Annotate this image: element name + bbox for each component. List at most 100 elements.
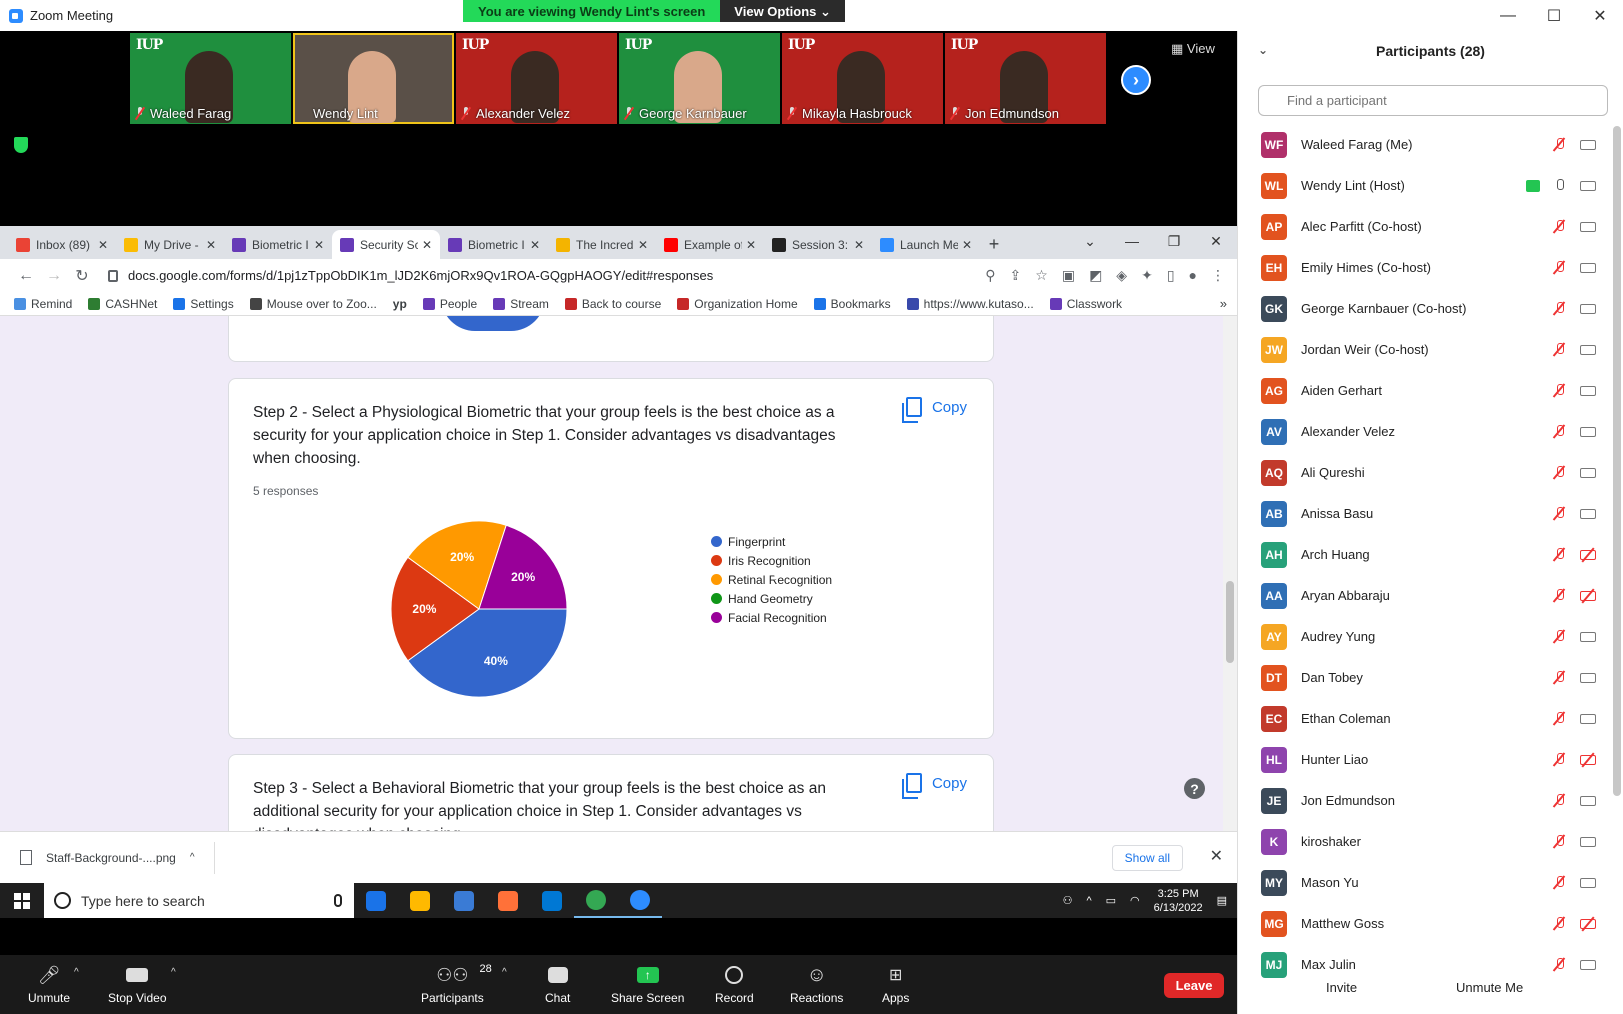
bookmark-item[interactable]: yp xyxy=(393,297,407,311)
panel-scrollbar[interactable] xyxy=(1613,126,1621,796)
clock[interactable]: 3:25 PM 6/13/2022 xyxy=(1154,887,1203,915)
bookmark-item[interactable]: Stream xyxy=(493,297,549,311)
bookmark-item[interactable]: CASHNet xyxy=(88,297,157,311)
bookmark-item[interactable]: Settings xyxy=(173,297,234,311)
participant-row[interactable]: DT Dan Tobey xyxy=(1238,657,1610,698)
bookmark-item[interactable]: Remind xyxy=(14,297,72,311)
taskbar-app-icon[interactable] xyxy=(442,883,486,918)
invite-button[interactable]: Invite xyxy=(1326,980,1357,995)
copy-chart-button[interactable]: Copy xyxy=(901,397,967,423)
taskbar-search-box[interactable]: Type here to search xyxy=(44,883,354,918)
copy-chart-button[interactable]: Copy xyxy=(901,773,967,799)
video-options-caret-icon[interactable]: ^ xyxy=(171,967,176,978)
browser-tab[interactable]: Session 3: ✕ xyxy=(764,230,872,259)
tab-close-icon[interactable]: ✕ xyxy=(206,238,216,252)
bookmarks-more-icon[interactable]: » xyxy=(1220,296,1227,311)
start-button[interactable] xyxy=(0,883,44,918)
video-thumbnail[interactable]: IUP George Karnbauer xyxy=(619,33,780,124)
taskbar-app-icon[interactable] xyxy=(486,883,530,918)
download-filename[interactable]: Staff-Background-....png xyxy=(46,851,176,865)
chevron-up-icon[interactable]: ^ xyxy=(190,852,195,863)
participant-row[interactable]: EC Ethan Coleman xyxy=(1238,698,1610,739)
leave-button[interactable]: Leave xyxy=(1164,973,1224,998)
participant-row[interactable]: AG Aiden Gerhart xyxy=(1238,370,1610,411)
collapse-chevron-icon[interactable]: ⌄ xyxy=(1258,43,1268,57)
browser-close-button[interactable]: ✕ xyxy=(1195,226,1237,256)
unmute-me-button[interactable]: Unmute Me xyxy=(1456,980,1523,995)
participant-row[interactable]: AH Arch Huang xyxy=(1238,534,1610,575)
bookmark-item[interactable]: Organization Home xyxy=(677,297,798,311)
stop-video-button[interactable]: Stop Video xyxy=(108,963,167,1005)
bookmark-item[interactable]: Back to course xyxy=(564,297,661,311)
view-button[interactable]: ▦ View xyxy=(1171,41,1215,57)
browser-minimize-button[interactable]: — xyxy=(1111,226,1153,256)
microphone-icon[interactable] xyxy=(334,894,342,907)
tab-close-icon[interactable]: ✕ xyxy=(746,238,756,252)
sidebar-icon[interactable]: ▯ xyxy=(1167,267,1175,284)
page-scrollbar[interactable] xyxy=(1223,316,1237,831)
browser-tab[interactable]: Biometric I ✕ xyxy=(440,230,548,259)
browser-tab[interactable]: Launch Me ✕ xyxy=(872,230,980,259)
video-thumbnail[interactable]: Wendy Lint xyxy=(293,33,454,124)
tab-close-icon[interactable]: ✕ xyxy=(962,238,972,252)
taskbar-app-icon[interactable] xyxy=(618,883,662,918)
back-arrow-icon[interactable]: ← xyxy=(12,267,40,285)
new-tab-button[interactable]: + xyxy=(980,230,1008,259)
browser-tab[interactable]: The Incred ✕ xyxy=(548,230,656,259)
browser-tab[interactable]: Inbox (89) ✕ xyxy=(8,230,116,259)
taskbar-app-icon[interactable] xyxy=(574,883,618,918)
participant-row[interactable]: WL Wendy Lint (Host) xyxy=(1238,165,1610,206)
browser-restore-button[interactable]: ❐ xyxy=(1153,226,1195,256)
participant-row[interactable]: GK George Karnbauer (Co-host) xyxy=(1238,288,1610,329)
participant-row[interactable]: EH Emily Himes (Co-host) xyxy=(1238,247,1610,288)
battery-icon[interactable]: ▭ xyxy=(1106,894,1116,907)
maximize-button[interactable]: ☐ xyxy=(1531,0,1577,31)
view-options-button[interactable]: View Options ⌄ xyxy=(720,0,845,22)
participant-row[interactable]: AA Aryan Abbaraju xyxy=(1238,575,1610,616)
share-icon[interactable]: ⇪ xyxy=(1010,267,1022,284)
participant-row[interactable]: AB Anissa Basu xyxy=(1238,493,1610,534)
extension-icon[interactable]: ◈ xyxy=(1116,267,1127,284)
profile-avatar-icon[interactable]: ● xyxy=(1189,267,1197,284)
participants-caret-icon[interactable]: ^ xyxy=(502,967,507,978)
participant-row[interactable]: AV Alexander Velez xyxy=(1238,411,1610,452)
participants-button[interactable]: ⚇⚇ 28 Participants xyxy=(421,963,492,1005)
tray-chevron-icon[interactable]: ^ xyxy=(1086,895,1091,907)
puzzle-icon[interactable]: ✦ xyxy=(1141,267,1153,284)
find-participant-input[interactable] xyxy=(1258,85,1608,116)
participant-row[interactable]: JE Jon Edmundson xyxy=(1238,780,1610,821)
tab-close-icon[interactable]: ✕ xyxy=(422,238,432,252)
participant-row[interactable]: AQ Ali Qureshi xyxy=(1238,452,1610,493)
video-thumbnail[interactable]: IUP Waleed Farag xyxy=(130,33,291,124)
participant-row[interactable]: HL Hunter Liao xyxy=(1238,739,1610,780)
next-page-arrow-icon[interactable]: › xyxy=(1121,65,1151,95)
wifi-icon[interactable]: ◠ xyxy=(1130,894,1140,907)
tab-close-icon[interactable]: ✕ xyxy=(638,238,648,252)
participant-row[interactable]: WF Waleed Farag (Me) xyxy=(1238,124,1610,165)
security-shield-icon[interactable] xyxy=(14,137,28,153)
reactions-button[interactable]: ☺ Reactions xyxy=(790,963,843,1006)
bookmark-item[interactable]: https://www.kutaso... xyxy=(906,297,1034,311)
participant-row[interactable]: MY Mason Yu xyxy=(1238,862,1610,903)
bookmark-item[interactable]: Bookmarks xyxy=(813,297,891,311)
audio-options-caret-icon[interactable]: ^ xyxy=(74,967,79,978)
close-button[interactable]: ✕ xyxy=(1577,0,1623,31)
taskbar-app-icon[interactable] xyxy=(530,883,574,918)
minimize-button[interactable]: — xyxy=(1485,0,1531,31)
participant-row[interactable]: Kkiroshaker xyxy=(1238,821,1610,862)
tab-close-icon[interactable]: ✕ xyxy=(530,238,540,252)
video-thumbnail[interactable]: IUP Alexander Velez xyxy=(456,33,617,124)
participant-row[interactable]: MG Matthew Goss xyxy=(1238,903,1610,944)
address-bar[interactable]: docs.google.com/forms/d/1pj1zTppObDIK1m_… xyxy=(102,263,977,289)
participant-row[interactable]: AY Audrey Yung xyxy=(1238,616,1610,657)
bookmark-item[interactable]: People xyxy=(422,297,477,311)
browser-tab[interactable]: Security Sc ✕ xyxy=(332,230,440,259)
apps-button[interactable]: ⊞ Apps xyxy=(882,963,909,1005)
star-icon[interactable]: ☆ xyxy=(1035,267,1048,284)
zoom-icon[interactable]: ⚲ xyxy=(985,267,995,284)
tab-search-icon[interactable]: ⌄ xyxy=(1069,226,1111,256)
menu-dots-icon[interactable]: ⋮ xyxy=(1211,267,1225,284)
share-screen-button[interactable]: ↑ Share Screen xyxy=(611,963,684,1005)
record-button[interactable]: Record xyxy=(715,963,754,1005)
tab-close-icon[interactable]: ✕ xyxy=(314,238,324,252)
